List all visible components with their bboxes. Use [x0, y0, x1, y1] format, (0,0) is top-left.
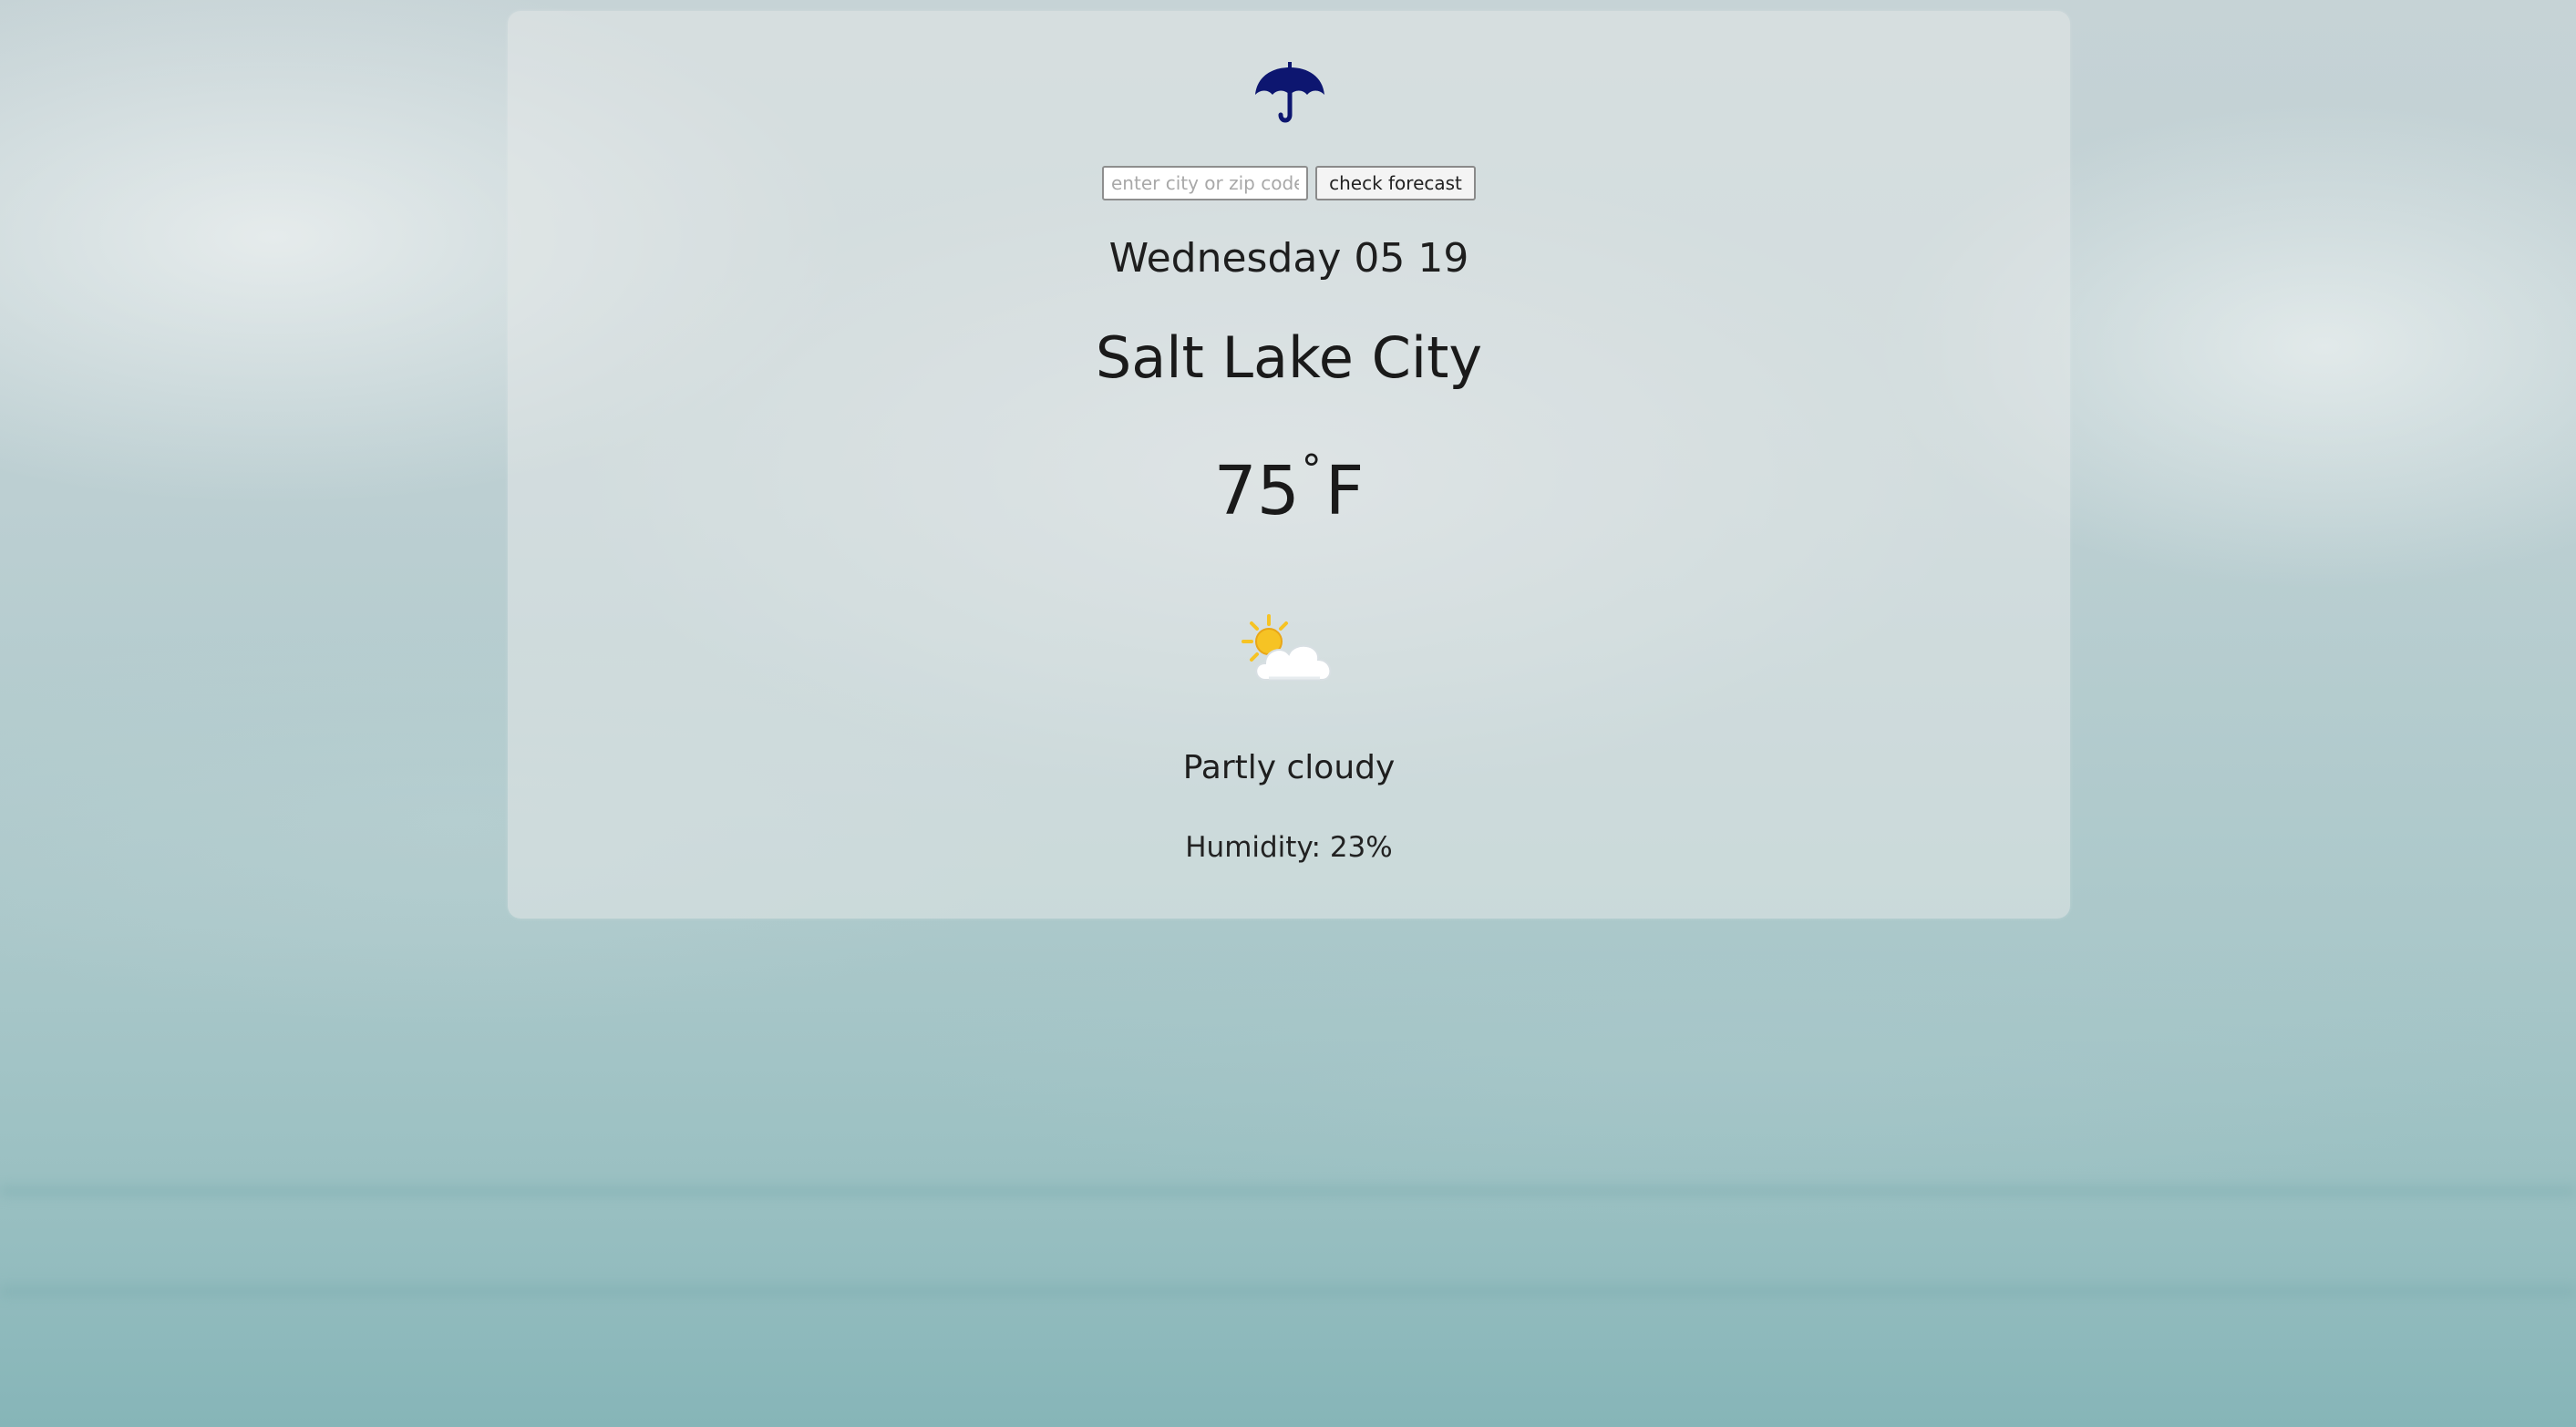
background-haze — [0, 1185, 2576, 1197]
search-input[interactable] — [1102, 166, 1308, 200]
background-haze — [0, 1285, 2576, 1298]
humidity-readout: Humidity: 23% — [1185, 831, 1393, 864]
umbrella-icon — [1255, 62, 1324, 123]
temperature-readout: 75°F — [508, 447, 2070, 530]
weather-description: Partly cloudy — [1182, 749, 1396, 786]
temperature-value: 75 — [1213, 452, 1300, 530]
partly-cloudy-icon — [1242, 614, 1332, 681]
degree-symbol: ° — [1301, 447, 1322, 493]
check-forecast-button[interactable]: check forecast — [1315, 166, 1476, 200]
city-name: Salt Lake City — [1095, 324, 1483, 391]
forecast-date: Wednesday 05 19 — [1108, 235, 1469, 282]
temperature-unit: F — [1324, 452, 1365, 530]
search-bar: check forecast — [1102, 166, 1476, 200]
